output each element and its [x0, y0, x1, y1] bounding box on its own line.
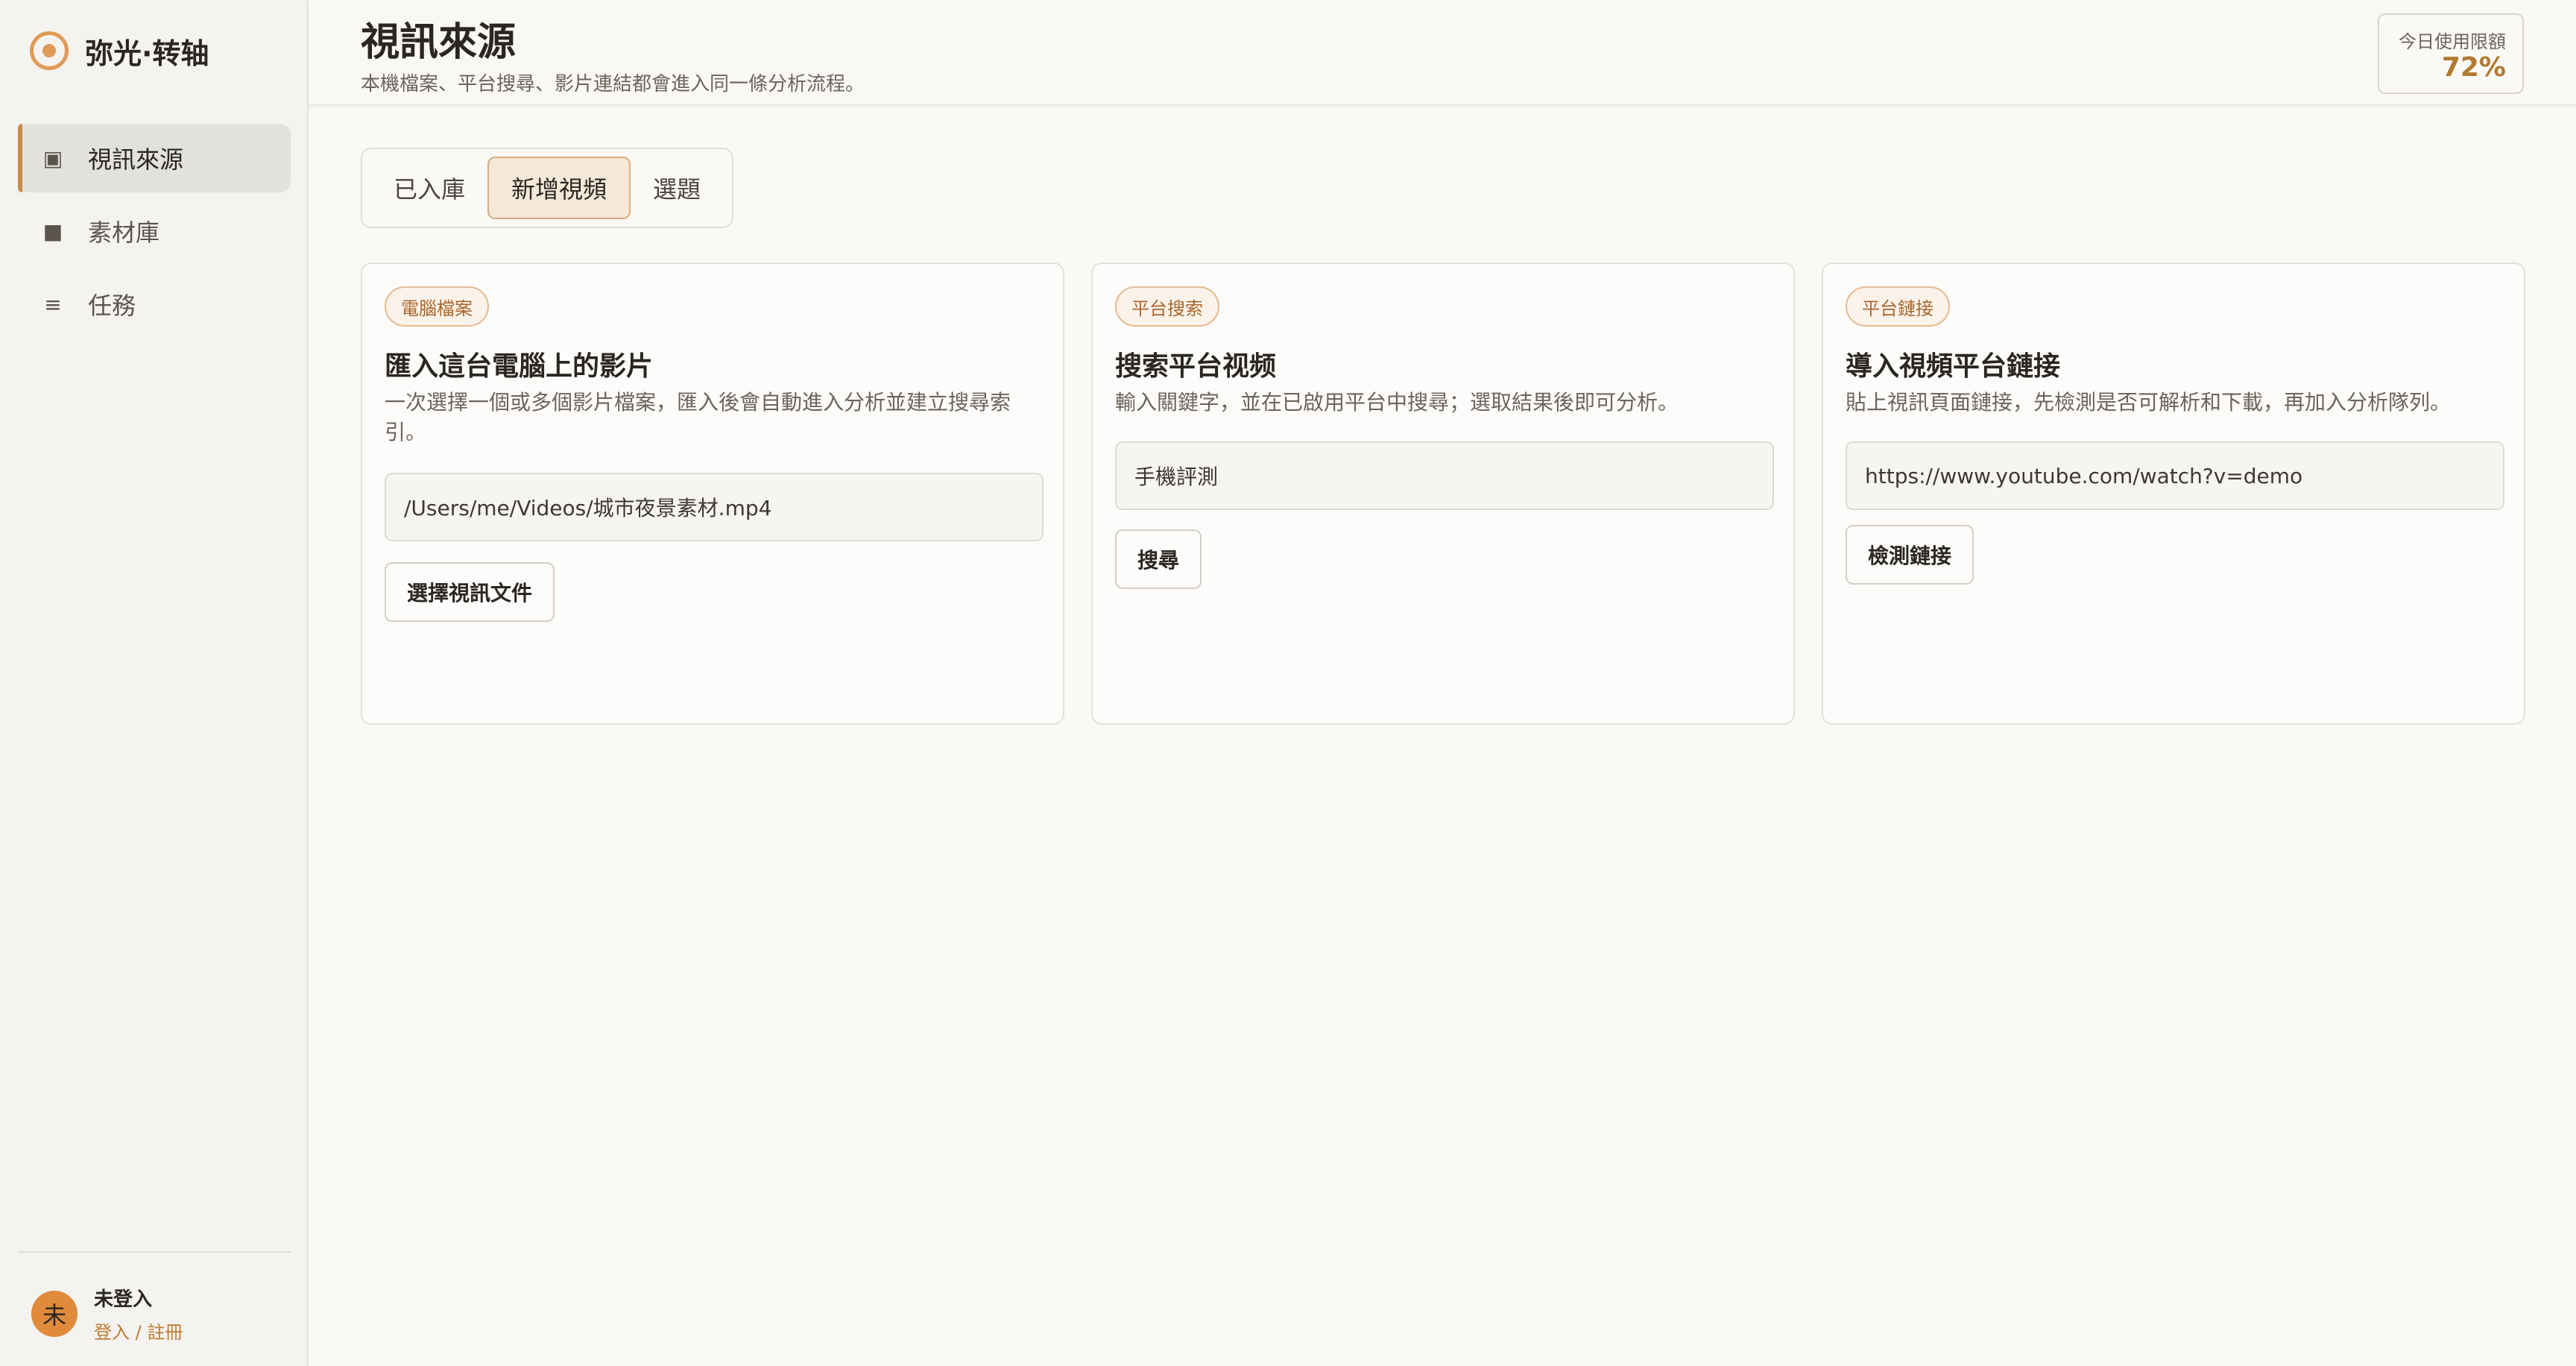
card-badge: 平台鏈接: [1846, 286, 1950, 327]
page-subtitle: 本機檔案、平台搜尋、影片連結都會進入同一條分析流程。: [361, 73, 865, 95]
page-title: 視訊來源: [361, 20, 517, 65]
platform-link-card: 平台鏈接 導入視頻平台鏈接 貼上視訊頁面鏈接，先檢測是否可解析和下載，再加入分析…: [1822, 262, 2525, 725]
card-title: 搜索平台视频: [1115, 351, 1277, 382]
tab-imported[interactable]: 已入庫: [371, 157, 487, 219]
check-link-button[interactable]: 檢測鏈接: [1846, 525, 1974, 585]
avatar[interactable]: 未: [31, 1291, 78, 1337]
sidebar-item-video-sources[interactable]: ▣ 視訊來源: [18, 124, 291, 192]
card-badge: 平台搜索: [1115, 286, 1219, 327]
sidebar-divider: [18, 1251, 291, 1253]
quota-value: 72%: [2441, 52, 2506, 83]
page-header: 視訊來源 本機檔案、平台搜尋、影片連結都會進入同一條分析流程。 今日使用限額 7…: [309, 0, 2576, 106]
card-badge: 電腦檔案: [385, 286, 489, 327]
card-description: 貼上視訊頁面鏈接，先檢測是否可解析和下載，再加入分析隊列。: [1846, 390, 2452, 415]
sidebar-item-label: 任務: [88, 292, 136, 320]
card-title: 匯入這台電腦上的影片: [385, 351, 654, 382]
sidebar-item-label: 視訊來源: [88, 145, 184, 174]
card-description: 一次選擇一個或多個影片檔案，匯入後會自動進入分析並建立搜尋索引。: [385, 390, 1011, 444]
brand[interactable]: 弥光·转轴: [30, 30, 209, 72]
platform-search-card: 平台搜索 搜索平台视频 輸入關鍵字，並在已啟用平台中搜尋；選取結果後即可分析。 …: [1091, 262, 1795, 725]
square-filled-icon: ▣: [42, 145, 63, 171]
quota-label: 今日使用限額: [2399, 31, 2506, 52]
sidebar-item-tasks[interactable]: ≡ 任務: [18, 270, 291, 339]
user-name: 未登入: [94, 1288, 153, 1311]
tab-add-video[interactable]: 新增視頻: [487, 157, 631, 219]
brand-name: 弥光·转轴: [85, 37, 209, 70]
login-register-link[interactable]: 登入 / 註冊: [94, 1318, 183, 1344]
sidebar-nav: ▣ 視訊來源 ■ 素材庫 ≡ 任務: [18, 124, 291, 343]
search-button[interactable]: 搜尋: [1115, 529, 1202, 589]
video-url-input[interactable]: https://www.youtube.com/watch?v=demo: [1846, 441, 2504, 510]
card-title: 導入視頻平台鏈接: [1846, 351, 2061, 382]
user-panel: 未 未登入 登入 / 註冊: [31, 1284, 183, 1344]
file-path-field[interactable]: /Users/me/Videos/城市夜景素材.mp4: [385, 473, 1044, 541]
brand-logo-icon: [30, 31, 69, 70]
sidebar-item-asset-library[interactable]: ■ 素材庫: [18, 197, 291, 265]
tab-topics[interactable]: 選題: [631, 157, 723, 219]
card-description: 輸入關鍵字，並在已啟用平台中搜尋；選取結果後即可分析。: [1115, 390, 1679, 415]
daily-quota-badge: 今日使用限額 72%: [2378, 13, 2524, 94]
sidebar: 弥光·转轴 ▣ 視訊來源 ■ 素材庫 ≡ 任務 未 未登入 登入 / 註冊: [0, 0, 309, 1366]
search-keyword-input[interactable]: 手機評測: [1115, 441, 1774, 510]
sidebar-item-label: 素材庫: [88, 218, 160, 247]
local-file-card: 電腦檔案 匯入這台電腦上的影片 一次選擇一個或多個影片檔案，匯入後會自動進入分析…: [361, 262, 1064, 725]
square-icon: ■: [42, 218, 63, 244]
choose-video-file-button[interactable]: 選擇視訊文件: [385, 562, 555, 622]
source-tabs: 已入庫 新增視頻 選題: [361, 148, 733, 228]
list-icon: ≡: [44, 292, 62, 317]
